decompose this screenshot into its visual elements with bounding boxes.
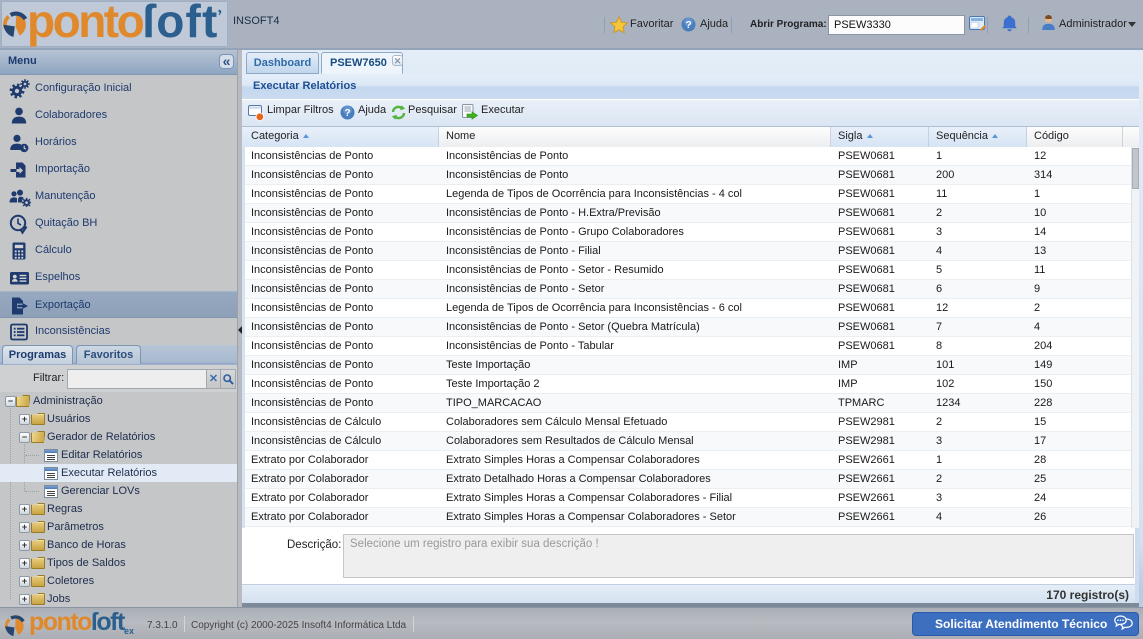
svg-text:?: ? [344,108,350,119]
svg-text:?: ? [685,20,691,31]
